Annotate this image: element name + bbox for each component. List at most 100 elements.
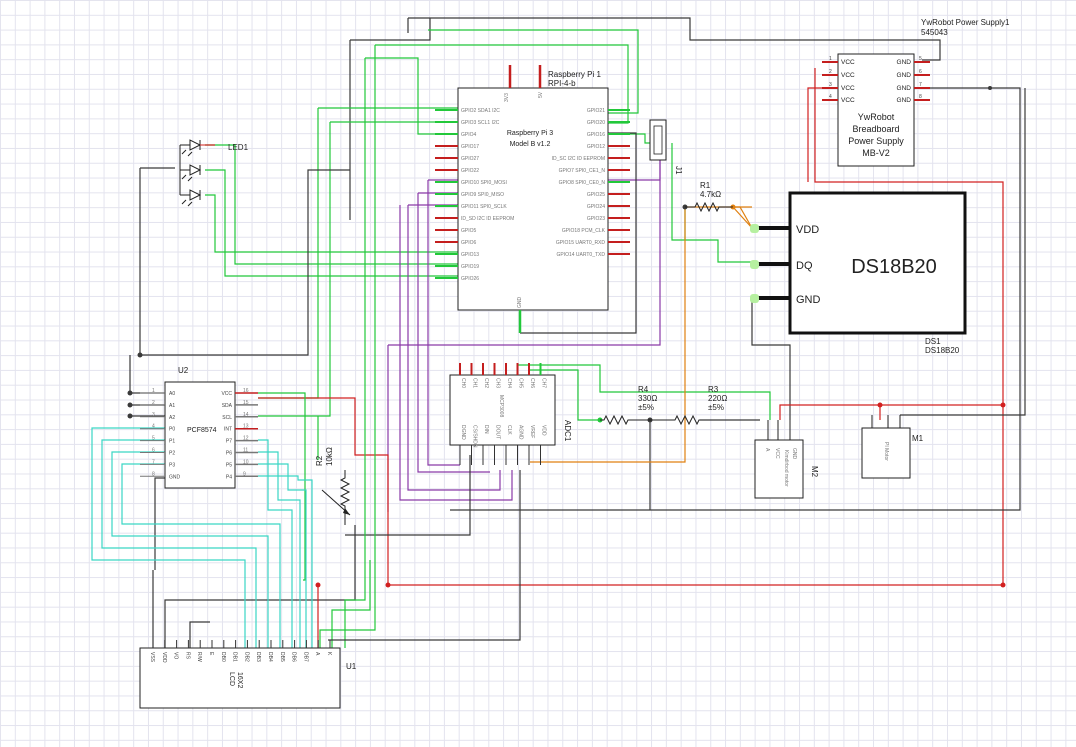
u2-ref: U2 (178, 366, 189, 375)
lcd-pin-label: DB0 (220, 652, 226, 662)
r1-resistor: R1 4.7kΩ (685, 181, 753, 229)
j1-connector: J1 (649, 119, 683, 175)
r2-value: 10kΩ (325, 447, 334, 466)
u2-right-pin-num: 9 (243, 471, 246, 477)
m2-motor: Kimdirbod motor A VCC GND M2 (754, 420, 819, 499)
adc-bottom-pin-label: DGND (460, 425, 466, 440)
psu-pin-num: 7 (919, 82, 922, 88)
r3-name: R3 (708, 385, 719, 394)
u2-left-pin-num: 6 (152, 448, 155, 454)
rpi-top-pin: 3V3 (504, 93, 510, 102)
rpi-left-pin-label: GPIO26 (461, 276, 479, 282)
psu-pin-label: GND (897, 85, 912, 92)
r3-tol: ±5% (708, 403, 724, 412)
u2-left-pin-num: 3 (152, 412, 155, 418)
rpi-left-pin-label: GPIO22 (461, 168, 479, 174)
m2-ref: M2 (810, 466, 819, 478)
wire-cyan-8 (258, 475, 313, 648)
junction-dot (127, 413, 133, 419)
lcd-pin-label: DB4 (267, 652, 273, 662)
u2-right-pin-label: P7 (226, 439, 232, 445)
u2-right-pin-num: 15 (243, 400, 249, 406)
led-label: LED1 (228, 143, 249, 152)
schematic-canvas: YwRobot Power Supply1 545043 YwRobot Bre… (0, 0, 1076, 747)
u2-left-pin-num: 5 (152, 436, 155, 442)
adc-top-pin-label: CH2 (483, 378, 489, 388)
u2-right-pin-label: VCC (221, 391, 232, 397)
psu-pin-num: 2 (829, 69, 832, 75)
wire-black-u2-addr (129, 355, 165, 417)
psu-title: YwRobot Power Supply1 (921, 18, 1010, 27)
rpi-right-pin-label: GPIO16 (587, 132, 605, 138)
rpi-left-pin-label: GPIO3 SCL1 I2C (461, 120, 500, 126)
wire-cyan-6 (258, 451, 301, 648)
u2-right-pin-label: P4 (226, 474, 232, 480)
junction-dot-red (1000, 582, 1006, 588)
rpi-left-pin-label: GPIO11 SPI0_SCLK (461, 204, 507, 210)
lcd-pin-label: DB2 (243, 652, 249, 662)
rpi-right-pin-label: GPIO8 SPI0_CE0_N (559, 180, 606, 186)
rpi-left-pin-label: GPIO27 (461, 156, 479, 162)
lcd-pin-label: DB7 (302, 652, 308, 662)
m1-body-label: PI Motor (883, 442, 889, 461)
adc-body-label: MCP3008 (498, 395, 504, 417)
adc-top-pin-label: CH5 (518, 378, 524, 388)
junction-dot-red (315, 582, 321, 588)
wire-black-lcd (328, 470, 521, 641)
lcd-pin-label: R/W (196, 652, 202, 662)
lcd-ref: U1 (346, 662, 357, 671)
adc-bottom-pin-label: VREF (529, 425, 535, 438)
rpi-right-pin-label: GPIO18 PCM_CLK (562, 228, 606, 234)
ds18b20-pin: GND (796, 294, 821, 306)
rpi-right-pin-label: GPIO25 (587, 192, 605, 198)
psu-pin-label: GND (897, 59, 912, 66)
psu-pin-num: 3 (829, 82, 832, 88)
rpi-label-1: Raspberry Pi 1 (548, 70, 601, 79)
lcd-pin-label: RS (184, 652, 190, 660)
m1-ref: M1 (912, 434, 924, 443)
adc-top-pin-label: CH1 (472, 378, 478, 388)
m1-motor: PI Motor M1 (861, 415, 924, 479)
rpi-left-pin-label: GPIO4 (461, 132, 477, 138)
lcd-pin-label: VSS (149, 652, 155, 663)
psu-pin-num: 4 (829, 94, 832, 100)
junction-dot-red (1000, 402, 1006, 408)
adc-bottom-pin-label: DIN (483, 425, 489, 434)
rpi-right-pin-label: ID_SC I2C ID EEPROM (552, 156, 605, 162)
junction-dot (988, 86, 992, 90)
u2-right-pin-num: 11 (243, 448, 248, 454)
u2-right-pin-label: P6 (226, 451, 232, 457)
lcd-pin-label: VO (173, 652, 179, 659)
m2-pin: GND (791, 448, 797, 460)
rpi-right-pin-label: GPIO20 (587, 120, 605, 126)
psu-pin-label: VCC (841, 85, 855, 92)
lcd-pin-label: DB5 (279, 652, 285, 662)
psu-body-line: MB-V2 (862, 148, 890, 158)
lcd-size-label: 16X2 (236, 672, 243, 688)
wire-green-led2 (205, 169, 458, 277)
adc-ref: ADC1 (563, 420, 572, 442)
rpi-label-2: RPI-4-b (548, 79, 576, 88)
u2-right-pin-label: SCL (222, 415, 232, 421)
r3-resistor: R3 220Ω ±5% (650, 385, 727, 426)
junction-dot (127, 402, 133, 408)
u2-left-pin-num: 8 (152, 471, 155, 477)
wire-black-r (649, 419, 760, 510)
adc-top-pin-label: CH3 (495, 378, 501, 388)
u2-body (164, 381, 236, 489)
r4-name: R4 (638, 385, 649, 394)
u2-left-pin-label: A1 (169, 403, 175, 409)
lcd-display: U1 LCD 16X2 VSS VDD VO RS R/W E DB0 DB1 DB2 DB3 DB… (139, 640, 357, 709)
led-diode (189, 164, 202, 176)
u2-pcf8574: U2 PCF8574 A0 1 A1 2 A2 3 P0 4 P1 5 P2 6 P3 7 GND 8 VCC 1… (140, 366, 258, 489)
adc-bottom-pin-label: DOUT (495, 425, 501, 439)
u2-right-pin-label: SDA (222, 403, 233, 409)
wire-green-lcd-k2 (319, 45, 376, 648)
adc-bottom-pin-label: CLK (506, 425, 512, 435)
psu-pin-label: GND (897, 72, 912, 79)
lcd-pin-label: DB3 (255, 652, 261, 662)
junction-dot-red (877, 402, 883, 408)
ds18b20-sensor: VDD DQ GND DS18B20 DS1 DS18B20 (750, 191, 967, 355)
rpi-top-pin: 5V (538, 91, 544, 98)
ds18b20-text: DS18B20 (851, 256, 937, 278)
